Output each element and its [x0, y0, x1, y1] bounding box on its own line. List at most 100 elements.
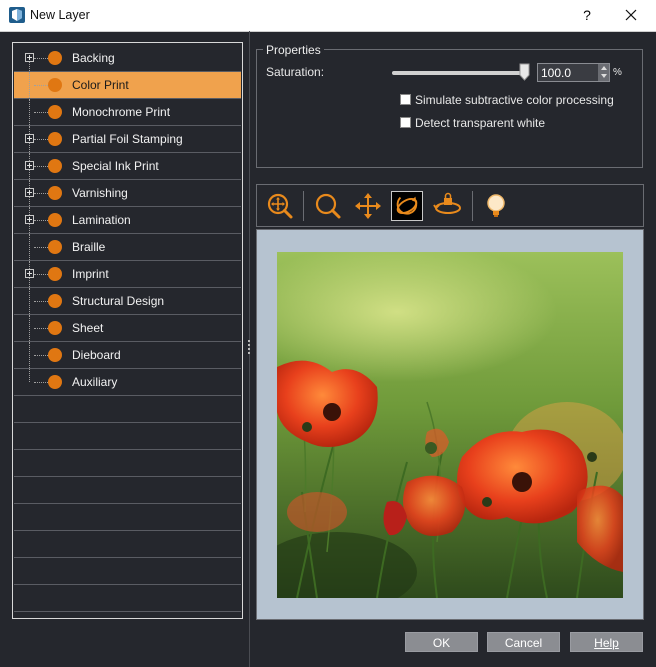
saturation-value[interactable]: 100.0 — [541, 66, 571, 80]
tree-item-label: Partial Foil Stamping — [72, 132, 183, 146]
rotate-3d-icon[interactable] — [391, 191, 423, 221]
pan-icon[interactable] — [352, 191, 384, 221]
window-title: New Layer — [30, 8, 90, 22]
tree-item[interactable]: Varnishing — [14, 180, 241, 207]
layer-dot-icon — [48, 159, 62, 173]
layer-dot-icon — [48, 213, 62, 227]
detect-transparent-white-label[interactable]: Detect transparent white — [415, 116, 545, 130]
expand-plus-icon[interactable] — [25, 215, 34, 224]
layer-dot-icon — [48, 132, 62, 146]
tree-connector — [34, 355, 48, 356]
tree-connector — [29, 288, 30, 314]
tree-empty-row — [14, 477, 241, 504]
cancel-button-label: Cancel — [504, 636, 543, 650]
spin-down-icon[interactable] — [601, 74, 607, 78]
tree-item[interactable]: Sheet — [14, 315, 241, 342]
help-title-button[interactable]: ? — [574, 3, 600, 27]
tree-connector — [34, 274, 48, 275]
tree-connector — [29, 234, 30, 260]
properties-legend: Properties — [263, 43, 324, 57]
tree-item[interactable]: Special Ink Print — [14, 153, 241, 180]
tree-item[interactable]: Monochrome Print — [14, 99, 241, 126]
expand-plus-icon[interactable] — [25, 53, 34, 62]
toolbar-separator — [472, 191, 473, 221]
tree-item-label: Sheet — [72, 321, 104, 335]
tree-item[interactable]: Imprint — [14, 261, 241, 288]
help-button[interactable]: Help — [570, 632, 643, 652]
tree-item[interactable]: Dieboard — [14, 342, 241, 369]
simulate-subtractive-checkbox[interactable] — [400, 94, 411, 105]
tree-connector — [34, 328, 48, 329]
tree-item-label: Imprint — [72, 267, 109, 281]
expand-plus-icon[interactable] — [25, 134, 34, 143]
tree-connector — [29, 99, 30, 125]
tree-item-label: Special Ink Print — [72, 159, 159, 173]
layer-tree[interactable]: Backing Color Print Monochrome Print Partia… — [12, 42, 243, 619]
saturation-slider-thumb[interactable] — [519, 63, 530, 81]
cancel-button[interactable]: Cancel — [487, 632, 560, 652]
saturation-spinbox[interactable]: 100.0 — [537, 63, 610, 82]
layer-dot-icon — [48, 375, 62, 389]
preview-area[interactable] — [256, 229, 644, 620]
tree-item-label: Backing — [72, 51, 115, 65]
tree-connector — [34, 139, 48, 140]
tree-empty-row — [14, 423, 241, 450]
tree-item-label: Structural Design — [72, 294, 165, 308]
tree-empty-row — [14, 585, 241, 612]
layer-dot-icon — [48, 348, 62, 362]
spin-buttons[interactable] — [598, 64, 609, 81]
tree-empty-row — [14, 558, 241, 585]
help-button-label: Help — [594, 636, 619, 650]
tree-item-label: Varnishing — [72, 186, 128, 200]
tree-connector — [34, 112, 48, 113]
tree-item[interactable]: Color Print — [14, 72, 241, 99]
saturation-label: Saturation: — [266, 65, 325, 79]
preview-toolbar — [256, 184, 644, 227]
tree-connector — [34, 166, 48, 167]
percent-unit: % — [613, 67, 622, 78]
tree-item[interactable]: Structural Design — [14, 288, 241, 315]
tree-item-label: Dieboard — [72, 348, 121, 362]
layer-dot-icon — [48, 267, 62, 281]
close-icon[interactable] — [618, 3, 644, 27]
simulate-subtractive-label[interactable]: Simulate subtractive color processing — [415, 93, 614, 107]
help-title-label: ? — [583, 7, 591, 23]
tree-item[interactable]: Partial Foil Stamping — [14, 126, 241, 153]
tree-empty-row — [14, 450, 241, 477]
tree-connector — [34, 301, 48, 302]
ok-button[interactable]: OK — [405, 632, 478, 652]
splitter-grip-icon[interactable] — [247, 340, 251, 358]
light-bulb-icon[interactable] — [480, 191, 512, 221]
tree-connector — [34, 247, 48, 248]
layer-dot-icon — [48, 51, 62, 65]
tree-empty-row — [14, 531, 241, 558]
toolbar-separator — [303, 191, 304, 221]
tree-connector — [29, 342, 30, 368]
title-bar: New Layer ? — [0, 0, 656, 32]
layer-dot-icon — [48, 321, 62, 335]
saturation-slider-track[interactable] — [392, 71, 528, 75]
tree-item[interactable]: Backing — [14, 45, 241, 72]
tree-connector — [34, 58, 48, 59]
spin-up-icon[interactable] — [601, 66, 607, 70]
tree-item[interactable]: Braille — [14, 234, 241, 261]
tree-item-label: Lamination — [72, 213, 131, 227]
preview-image-poppies — [277, 252, 623, 598]
expand-plus-icon[interactable] — [25, 161, 34, 170]
layer-dot-icon — [48, 294, 62, 308]
layer-dot-icon — [48, 186, 62, 200]
layer-dot-icon — [48, 105, 62, 119]
tree-item[interactable]: Auxiliary — [14, 369, 241, 396]
tree-item[interactable]: Lamination — [14, 207, 241, 234]
rotate-lock-icon[interactable] — [432, 191, 464, 221]
detect-transparent-white-checkbox[interactable] — [400, 117, 411, 128]
tree-item-label: Auxiliary — [72, 375, 118, 389]
tree-connector — [34, 382, 48, 383]
tree-item-label: Braille — [72, 240, 106, 254]
expand-plus-icon[interactable] — [25, 269, 34, 278]
tree-empty-row — [14, 396, 241, 423]
zoom-fit-icon[interactable] — [264, 191, 296, 221]
app-logo-icon — [9, 7, 25, 23]
expand-plus-icon[interactable] — [25, 188, 34, 197]
zoom-icon[interactable] — [312, 191, 344, 221]
